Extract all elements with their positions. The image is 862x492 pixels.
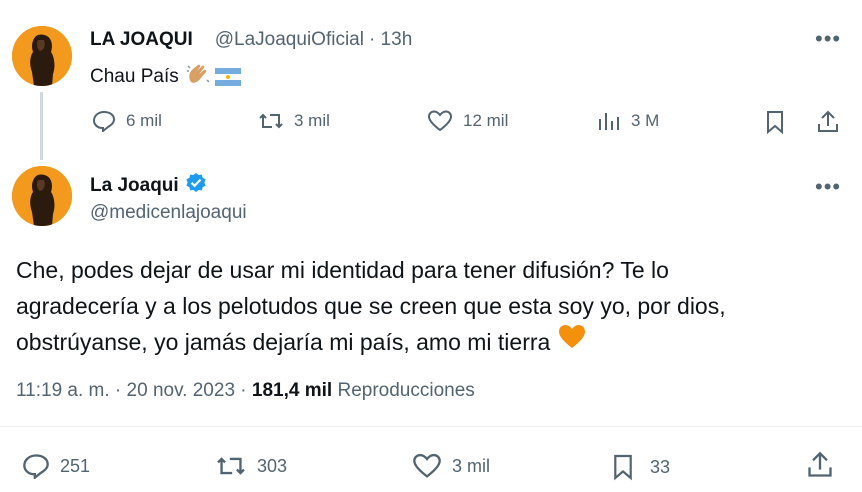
bookmark-icon <box>767 111 783 135</box>
retweet-icon <box>217 457 245 475</box>
heart-icon <box>413 453 441 478</box>
profile-photo-icon <box>12 26 72 86</box>
share-button[interactable] <box>807 451 833 484</box>
tweet-date[interactable]: 20 nov. 2023 <box>127 380 235 401</box>
argentina-flag-icon <box>214 68 241 86</box>
retweet-button[interactable]: 3 mil <box>258 110 330 132</box>
reply-button[interactable]: 6 mil <box>92 110 162 132</box>
views-label: Reproducciones <box>332 380 475 401</box>
more-options-icon[interactable]: ••• <box>815 26 841 52</box>
like-button[interactable]: 3 mil <box>412 453 490 479</box>
reply-icon <box>92 110 116 132</box>
retweet-count: 303 <box>257 455 288 476</box>
tweet-timestamp[interactable]: · 13h <box>369 29 412 51</box>
bookmark-button[interactable] <box>765 110 785 139</box>
clapping-hands-icon <box>185 62 211 92</box>
retweet-icon <box>259 113 283 129</box>
profile-photo-icon <box>12 166 72 226</box>
views-count: 181,4 mil <box>251 380 333 401</box>
heart-icon <box>427 110 453 132</box>
bookmark-count: 33 <box>650 456 671 477</box>
thread-connector <box>40 92 43 160</box>
share-button[interactable] <box>817 110 839 139</box>
author-handle[interactable]: @medicenlajoaqui <box>90 202 247 224</box>
author-name[interactable]: La Joaqui <box>90 175 179 197</box>
divider <box>0 426 862 427</box>
tweet-text: Chau País <box>90 66 179 87</box>
orange-heart-icon <box>558 324 586 360</box>
author-handle[interactable]: @LaJoaquiOficial <box>215 29 364 51</box>
avatar[interactable] <box>12 26 72 86</box>
tweet-text-line: agradecería y a los pelotudos que se cre… <box>16 293 726 319</box>
views-button[interactable]: 3 M <box>597 110 659 132</box>
like-count: 3 mil <box>452 455 491 476</box>
share-icon <box>808 451 832 477</box>
more-options-icon[interactable]: ••• <box>815 174 841 200</box>
separator: · <box>235 380 252 401</box>
reply-button[interactable]: 251 <box>22 453 90 479</box>
tweet-text-line: Che, podes dejar de usar mi identidad pa… <box>16 257 669 283</box>
retweet-button[interactable]: 303 <box>215 453 287 479</box>
author-name[interactable]: LA JOAQUI <box>90 29 193 51</box>
share-icon <box>818 110 838 132</box>
views-count: 3 M <box>631 111 660 130</box>
reply-icon <box>23 454 49 479</box>
analytics-icon <box>599 113 619 130</box>
tweet-body: Che, podes dejar de usar mi identidad pa… <box>16 252 726 360</box>
separator: · <box>109 380 127 401</box>
like-count: 12 mil <box>463 111 509 130</box>
tweet-text-line: obstrúyanse, yo jamás dejaría mi país, a… <box>16 329 551 355</box>
bookmark-icon <box>614 454 632 481</box>
verified-badge-icon[interactable] <box>185 172 207 199</box>
reply-count: 251 <box>60 455 91 476</box>
tweet-time[interactable]: 11:19 a. m. <box>16 380 110 401</box>
reply-count: 6 mil <box>126 111 162 130</box>
like-button[interactable]: 12 mil <box>427 110 508 132</box>
retweet-count: 3 mil <box>294 111 330 130</box>
bookmark-button[interactable]: 33 <box>612 453 670 481</box>
avatar[interactable] <box>12 166 72 226</box>
tweet-metadata: 11:19 a. m. · 20 nov. 2023 · 181,4 mil R… <box>16 380 475 402</box>
